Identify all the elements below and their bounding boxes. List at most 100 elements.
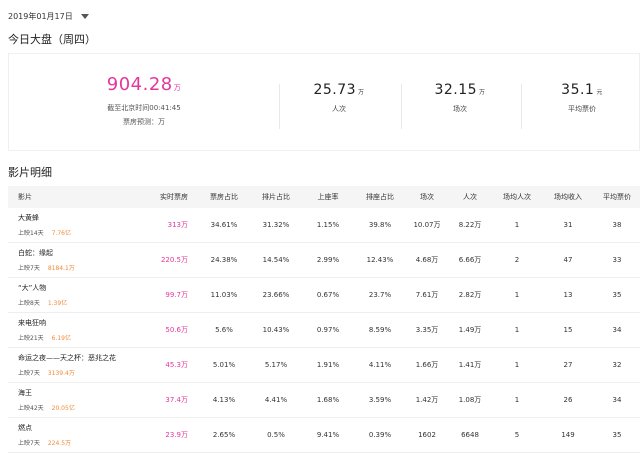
film-name[interactable]: 来电狂响 <box>18 318 150 328</box>
film-name[interactable]: 命运之夜——天之杯：恶兆之花 <box>18 353 150 363</box>
box-office-forecast: 票房预测：万 <box>123 118 165 126</box>
box-office-share: 24.38% <box>210 256 238 264</box>
seat-share: 3.59% <box>368 396 392 404</box>
attendance: 1.49万 <box>458 326 482 334</box>
stat-unit: 元 <box>596 89 603 96</box>
film-cell: 白蛇：缘起 上映7天 8184.1万 <box>8 248 150 272</box>
screening-share: 31.32% <box>262 221 290 229</box>
film-name[interactable]: 大黄蜂 <box>18 213 150 223</box>
column-header[interactable]: 排片占比 <box>250 192 302 202</box>
occupancy-rate: 1.68% <box>316 396 340 404</box>
realtime-box-office: 313万 <box>167 221 188 229</box>
seat-share: 12.43% <box>366 256 394 264</box>
realtime-box-office: 37.4万 <box>165 396 188 404</box>
attendance: 6648 <box>461 431 479 439</box>
table-row[interactable]: 大黄蜂 上映14天 7.76亿 313万 34.61% 31.32% 1.15% … <box>8 208 640 243</box>
column-header[interactable]: 实时票房 <box>150 192 198 202</box>
avg-attendance: 1 <box>514 326 520 334</box>
film-cell: 来电狂响 上映21天 6.19亿 <box>8 318 150 342</box>
film-meta: 上映7天 3139.4万 <box>18 368 150 377</box>
avg-attendance: 5 <box>514 431 520 439</box>
screenings: 4.68万 <box>415 256 439 264</box>
total-box-office: 6.19亿 <box>51 335 72 342</box>
total-box-office: 1.39亿 <box>47 300 68 307</box>
date-selector[interactable]: 2019年01月17日 <box>8 11 89 22</box>
film-meta: 上映42天 20.05亿 <box>18 403 150 412</box>
total-box-office: 224.5万 <box>47 440 72 447</box>
occupancy-rate: 1.91% <box>316 361 340 369</box>
column-header[interactable]: 人次 <box>448 192 492 202</box>
box-office-share: 5.6% <box>215 326 233 334</box>
box-office-share: 34.61% <box>210 221 238 229</box>
occupancy-rate: 1.15% <box>316 221 340 229</box>
total-box-office: 20.05亿 <box>51 405 75 412</box>
table-row[interactable]: 燃点 上映7天 224.5万 23.9万 2.65% 0.5% 9.41% 0.3… <box>8 418 640 453</box>
film-name[interactable]: 白蛇：缘起 <box>18 248 150 258</box>
avg-revenue: 27 <box>563 361 573 369</box>
occupancy-rate: 0.97% <box>316 326 340 334</box>
film-name[interactable]: 海王 <box>18 388 150 398</box>
realtime-box-office: 23.9万 <box>165 431 188 439</box>
avg-revenue: 149 <box>561 431 575 439</box>
table-row[interactable]: 来电狂响 上映21天 6.19亿 50.6万 5.6% 10.43% 0.97% … <box>8 313 640 348</box>
table-row[interactable]: “大”人物 上映8天 1.39亿 99.7万 11.03% 23.66% 0.67… <box>8 278 640 313</box>
film-name[interactable]: “大”人物 <box>18 283 150 293</box>
realtime-box-office: 220.5万 <box>160 256 188 264</box>
stat-avg-price: 35.1 元 平均票价 <box>532 82 632 114</box>
date-label: 2019年01月17日 <box>8 12 73 21</box>
avg-price: 38 <box>612 221 622 229</box>
seat-share: 8.59% <box>368 326 392 334</box>
divider <box>401 84 402 129</box>
detail-title: 影片明细 <box>8 166 52 179</box>
release-days: 上映7天 <box>18 370 40 377</box>
avg-price: 35 <box>612 291 622 299</box>
box-office-share: 2.65% <box>212 431 236 439</box>
seat-share: 23.7% <box>368 291 392 299</box>
total-box-office: 7.76亿 <box>51 230 72 237</box>
column-header[interactable]: 场均人次 <box>492 192 542 202</box>
divider <box>521 84 522 129</box>
column-header[interactable]: 上座率 <box>302 192 354 202</box>
box-office-share: 5.01% <box>212 361 236 369</box>
film-cell: 海王 上映42天 20.05亿 <box>8 388 150 412</box>
film-table: 影片 实时票房 票房占比 排片占比 上座率 排座占比 场次 人次 场均人次 场均… <box>8 186 640 453</box>
column-header[interactable]: 场均收入 <box>542 192 594 202</box>
avg-revenue: 26 <box>563 396 573 404</box>
film-meta: 上映8天 1.39亿 <box>18 298 150 307</box>
film-cell: 命运之夜——天之杯：恶兆之花 上映7天 3139.4万 <box>8 353 150 377</box>
today-title: 今日大盘（周四） <box>8 33 96 46</box>
avg-revenue: 15 <box>563 326 573 334</box>
avg-attendance: 1 <box>514 291 520 299</box>
column-header[interactable]: 场次 <box>406 192 448 202</box>
column-header[interactable]: 票房占比 <box>198 192 250 202</box>
avg-revenue: 47 <box>563 256 573 264</box>
seat-share: 4.11% <box>368 361 392 369</box>
table-row[interactable]: 白蛇：缘起 上映7天 8184.1万 220.5万 24.38% 14.54% 2… <box>8 243 640 278</box>
film-meta: 上映14天 7.76亿 <box>18 228 150 237</box>
total-box-office: 3139.4万 <box>47 370 75 377</box>
film-meta: 上映7天 8184.1万 <box>18 263 150 272</box>
table-row[interactable]: 命运之夜——天之杯：恶兆之花 上映7天 3139.4万 45.3万 5.01% 5… <box>8 348 640 383</box>
table-row[interactable]: 海王 上映42天 20.05亿 37.4万 4.13% 4.41% 1.68% 3… <box>8 383 640 418</box>
film-name[interactable]: 燃点 <box>18 423 150 433</box>
attendance: 6.66万 <box>458 256 482 264</box>
film-meta: 上映21天 6.19亿 <box>18 333 150 342</box>
screening-share: 10.43% <box>262 326 290 334</box>
total-box-office: 8184.1万 <box>47 265 75 272</box>
chevron-down-icon[interactable] <box>80 14 89 19</box>
box-office-value: 904.28 <box>106 74 173 95</box>
seat-share: 39.8% <box>368 221 392 229</box>
stat-label: 平均票价 <box>568 105 596 113</box>
stat-label: 场次 <box>453 105 467 113</box>
stat-label: 人次 <box>332 105 346 113</box>
realtime-box-office: 45.3万 <box>165 361 188 369</box>
as-of-time: 截至北京时间00:41:45 <box>107 104 181 112</box>
column-header[interactable]: 平均票价 <box>594 192 640 202</box>
attendance: 8.22万 <box>458 221 482 229</box>
seat-share: 0.39% <box>368 431 392 439</box>
column-header[interactable]: 影片 <box>8 192 150 202</box>
box-office-summary: 904.28万 截至北京时间00:41:45 票房预测：万 <box>9 54 279 152</box>
box-office-total: 904.28万 <box>9 74 279 95</box>
column-header[interactable]: 排座占比 <box>354 192 406 202</box>
attendance: 1.41万 <box>458 361 482 369</box>
